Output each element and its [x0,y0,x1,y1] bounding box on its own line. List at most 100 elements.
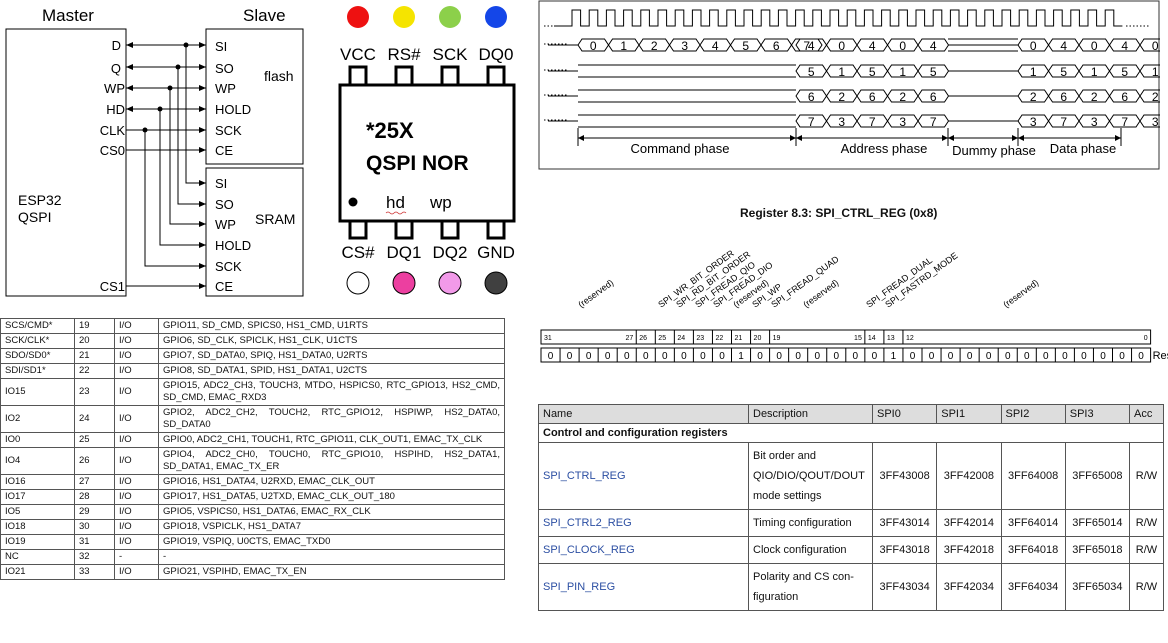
register-description: Clock configuration [748,536,873,564]
chip-part-number: *25X [366,118,414,143]
dq0-bit: 4 [869,39,876,53]
pin-row: IO0 25 I/O GPIO0, ADC2_CH1, TOUCH1, RTC_GPI… [0,432,505,448]
bottom-color-dots [346,271,508,295]
col-header-spi3: SPI3 [1064,404,1131,424]
pin-type: I/O [114,405,159,433]
wiring-lines [126,44,206,287]
reset-bit: 0 [548,351,554,362]
dq3-bit: 3 [838,115,845,129]
register-table-header: Name Description SPI0 SPI1 SPI2 SPI3 Acc [538,404,1164,424]
reset-bit: 0 [814,351,820,362]
pin-row: SDI/SD1* 22 I/O GPIO8, SD_DATA1, SPID, HS1_… [0,363,505,379]
reset-bit: 0 [1024,351,1030,362]
register-access: R/W [1129,563,1164,611]
chip-hd: hd [386,193,405,212]
pin-number: 22 [74,363,115,379]
dq2-bit: 6 [1060,90,1067,104]
dq1-bit: 5 [1060,65,1067,79]
pin-function: GPIO6, SD_CLK, SPICLK, HS1_CLK, U1CTS [158,333,505,349]
description-line: Bit order and [753,450,816,462]
register-row: SPI_CTRL2_REG Timing configuration 3FF4301… [538,509,1164,537]
esp-label-1: ESP32 [18,192,62,208]
pin-name: IO19 [0,534,75,550]
pin-row: SCK/CLK* 20 I/O GPIO6, SD_CLK, SPICLK, HS1_… [0,333,505,349]
dq0-bit: 0 [838,39,845,53]
esp32-box [5,28,127,297]
pin-label-dq0: DQ0 [479,45,514,64]
reset-label: Reset [1153,350,1168,362]
pin-label-vcc: VCC [340,45,376,64]
pin-type: I/O [114,363,159,379]
reset-bit: 0 [1043,351,1049,362]
dq1-bit: 1 [899,65,906,79]
pin-function: GPIO11, SD_CMD, SPICS0, HS1_CMD, U1RTS [158,318,505,334]
sram-label: SRAM [255,211,295,227]
pin-type: I/O [114,378,159,406]
flash-pin-si: SI [215,39,227,54]
color-dot-rs [393,6,415,28]
qspi-timing-diagram: 0 1 2 3 4 5 6 7 4 0 4 0 4 0 4 0 4 0 5 1 5 1 5 1 5 1 5 1 6 2 6 2 6 2 6 2 6 2 7 3… [538,0,1160,170]
pin-row: SDO/SD0* 21 I/O GPIO7, SD_DATA0, SPIQ, HS1_… [0,348,505,364]
reset-bit: 0 [719,351,725,362]
pin-function: GPIO4, ADC2_CH0, TOUCH0, RTC_GPIO10, HSP… [158,447,505,475]
pin-number: 30 [74,519,115,535]
dq2-bit: 6 [1121,90,1128,104]
description-line: Polarity and CS con- [753,571,854,583]
dq1-bit: 5 [930,65,937,79]
pin-name: SCK/CLK* [0,333,75,349]
reset-bit: 0 [1138,351,1144,362]
register-name-link[interactable]: SPI_CTRL_REG [543,470,626,482]
pin-type: - [114,549,159,565]
register-description: Polarity and CS con-figuration [748,563,873,611]
register-bitfield: 31 27 26 25 24 23 22 21 20 19 15 14 13 12 0 0 0 0 0 0 0 0 0 0 0 1… [540,248,1168,363]
field-name: (reserved) [576,277,615,309]
pin-type: I/O [114,333,159,349]
register-row: SPI_CLOCK_REG Clock configuration 3FF43018… [538,536,1164,564]
register-title: Register 8.3: SPI_CTRL_REG (0x8) [740,206,938,220]
register-name-cell: SPI_CLOCK_REG [538,536,749,564]
register-name-link[interactable]: SPI_PIN_REG [543,581,615,593]
register-name-link[interactable]: SPI_CTRL2_REG [543,517,632,529]
pin-row: NC 32- - [0,549,505,565]
register-table: Name Description SPI0 SPI1 SPI2 SPI3 Acc… [538,404,1164,611]
dq1-bit: 1 [1091,65,1098,79]
color-dot-dq2 [438,271,462,295]
reset-bit: 0 [1119,351,1125,362]
register-name-link[interactable]: SPI_CLOCK_REG [543,544,635,556]
pin-type: I/O [114,474,159,490]
esp-label-2: QSPI [18,209,51,225]
col-header-name: Name [538,404,749,424]
pin-function: GPIO0, ADC2_CH1, TOUCH1, RTC_GPIO11, CLK… [158,432,505,448]
reset-bit: 0 [948,351,954,362]
dq-idle [548,89,1018,103]
pin-number: 24 [74,405,115,433]
reset-bit: 0 [929,351,935,362]
arrow-head [796,135,802,141]
register-address: 3FF65034 [1064,563,1131,611]
register-access: R/W [1129,536,1164,564]
register-name-cell: SPI_CTRL_REG [538,442,749,510]
pin-name: IO18 [0,519,75,535]
register-row: SPI_CTRL_REG Bit order and QIO/DIO/QOUT/DO… [538,442,1164,510]
pin-type: I/O [114,432,159,448]
register-address: 3FF42034 [936,563,1002,611]
dq0-bit: 0 [1091,39,1098,53]
pin1-marker [348,197,358,207]
reset-bit: 0 [833,351,839,362]
register-access: R/W [1129,509,1164,537]
master-pin-hd: HD [106,102,125,117]
dq2-bit: 2 [899,90,906,104]
arrow-heads [126,42,206,289]
bit-index-label: 27 [625,335,633,342]
flash-label: flash [264,68,294,84]
pin-number: 20 [74,333,115,349]
register-address: 3FF64008 [1000,442,1066,510]
dq1-bit: 5 [808,65,815,79]
pin-number: 28 [74,489,115,505]
qspi-nor-chip: VCC RS# SCK DQ0 *25X QSPI NOR hd wp CS# … [338,6,516,295]
field-name: (reserved) [1001,277,1040,309]
pin-function: GPIO17, HS1_DATA5, U2TXD, EMAC_CLK_OUT_1… [158,489,505,505]
pin-row: IO15 23 I/O GPIO15, ADC2_CH3, TOUCH3, MTDO,… [0,378,505,406]
bit-index-label: 19 [773,335,781,342]
pin-number: 25 [74,432,115,448]
